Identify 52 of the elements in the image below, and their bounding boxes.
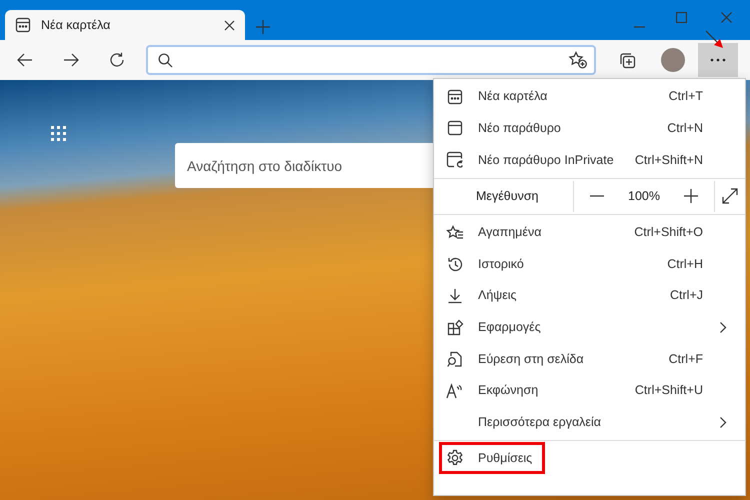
menu-item[interactable]: Ιστορικό Ctrl+H: [434, 248, 745, 280]
menu-item[interactable]: Νέο παράθυρο Ctrl+N: [434, 112, 745, 144]
tab-icon: [15, 17, 31, 33]
close-icon: [224, 20, 235, 30]
menu-item[interactable]: Εκφώνηση Ctrl+Shift+U: [434, 374, 745, 406]
search-icon: [158, 52, 173, 68]
shortcut-text: Ctrl+Shift+O: [634, 224, 703, 242]
minus-icon: [590, 195, 604, 198]
close-icon: [721, 12, 732, 24]
menu-item[interactable]: Εύρεση στη σελίδα Ctrl+F: [434, 343, 745, 375]
zoom-level: 100%: [628, 188, 660, 205]
add-favorite-icon: [568, 51, 588, 69]
chevron-right-icon: [719, 416, 727, 429]
apps-grid-icon: [51, 126, 66, 141]
menu-item[interactable]: Νέα καρτέλα Ctrl+T: [434, 81, 745, 113]
avatar: [661, 48, 685, 72]
minimize-icon: [634, 26, 645, 28]
shortcut-text: Ctrl+T: [668, 88, 703, 106]
back-arrow-icon: [17, 53, 33, 67]
history-icon: [446, 256, 464, 273]
menu-item[interactable]: Νέο παράθυρο InPrivate Ctrl+Shift+N: [434, 144, 745, 176]
shortcut-text: Ctrl+Shift+U: [634, 382, 703, 400]
more-icon: [710, 58, 726, 62]
shortcut-text: Ctrl+J: [670, 287, 703, 304]
window-icon: [447, 120, 463, 136]
forward-arrow-icon: [63, 53, 79, 67]
expand-icon: [722, 188, 738, 204]
browser-tab[interactable]: Νέα καρτέλα: [5, 10, 245, 40]
shortcut-text: Ctrl+F: [668, 350, 703, 368]
read-aloud-icon: [446, 382, 464, 399]
maximize-icon: [676, 12, 687, 24]
menu-item[interactable]: Περισσότερα εργαλεία: [434, 406, 745, 438]
menu-item[interactable]: Αγαπημένα Ctrl+Shift+O: [434, 216, 745, 248]
favorites-icon: [446, 224, 464, 241]
shortcut-text: Ctrl+N: [667, 120, 703, 138]
menu-item[interactable]: Εφαρμογές: [434, 312, 745, 344]
collections-icon: [618, 52, 636, 68]
find-page-icon: [446, 350, 464, 368]
new-tab-icon: [256, 20, 270, 34]
shortcut-text: Ctrl+Shift+N: [634, 152, 703, 169]
tab-icon: [447, 88, 463, 105]
shortcut-text: Ctrl+H: [667, 256, 703, 273]
menu-item[interactable]: Λήψεις Ctrl+J: [434, 280, 745, 312]
settings-icon: [446, 448, 464, 467]
zoom-label: Μεγέθυνση: [476, 188, 540, 205]
more-button[interactable]: [698, 43, 738, 77]
download-icon: [447, 288, 463, 304]
plus-icon: [684, 189, 698, 204]
menu-item[interactable]: Ρυθμίσεις: [442, 444, 542, 471]
tab-title: Νέα καρτέλα: [41, 16, 112, 34]
chevron-right-icon: [719, 320, 727, 334]
refresh-icon: [109, 52, 125, 68]
